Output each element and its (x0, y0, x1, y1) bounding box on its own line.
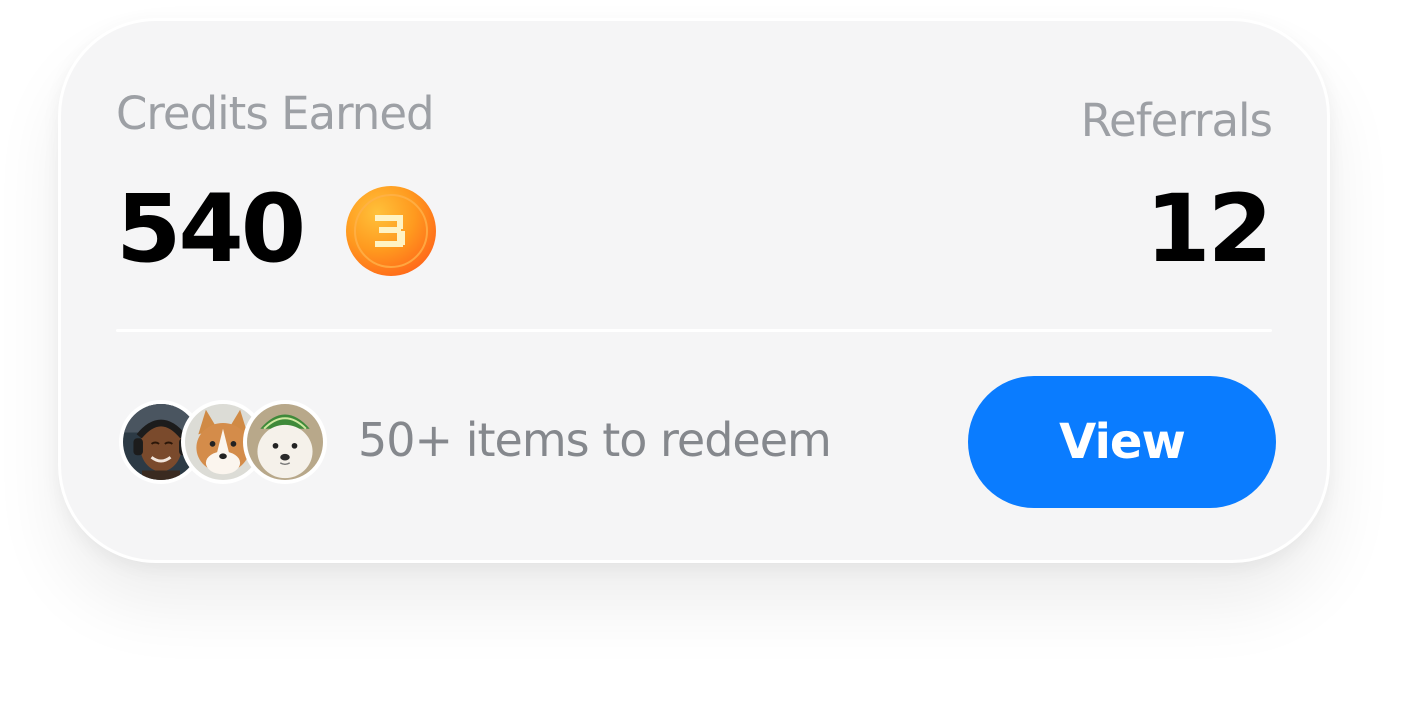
coin-icon (345, 185, 437, 277)
divider (116, 329, 1272, 332)
credits-card: Credits Earned Referrals 540 12 50+ item… (58, 18, 1330, 563)
credits-earned-label: Credits Earned (116, 87, 435, 140)
view-button[interactable]: View (968, 376, 1276, 508)
credits-earned-value: 540 (116, 175, 306, 284)
referrals-value: 12 (1145, 175, 1273, 284)
referrals-label: Referrals (1080, 94, 1273, 147)
avatar-white-dog-watermelon-hat (243, 400, 327, 484)
avatar-stack (119, 400, 329, 484)
redeem-items-text: 50+ items to redeem (358, 413, 832, 467)
